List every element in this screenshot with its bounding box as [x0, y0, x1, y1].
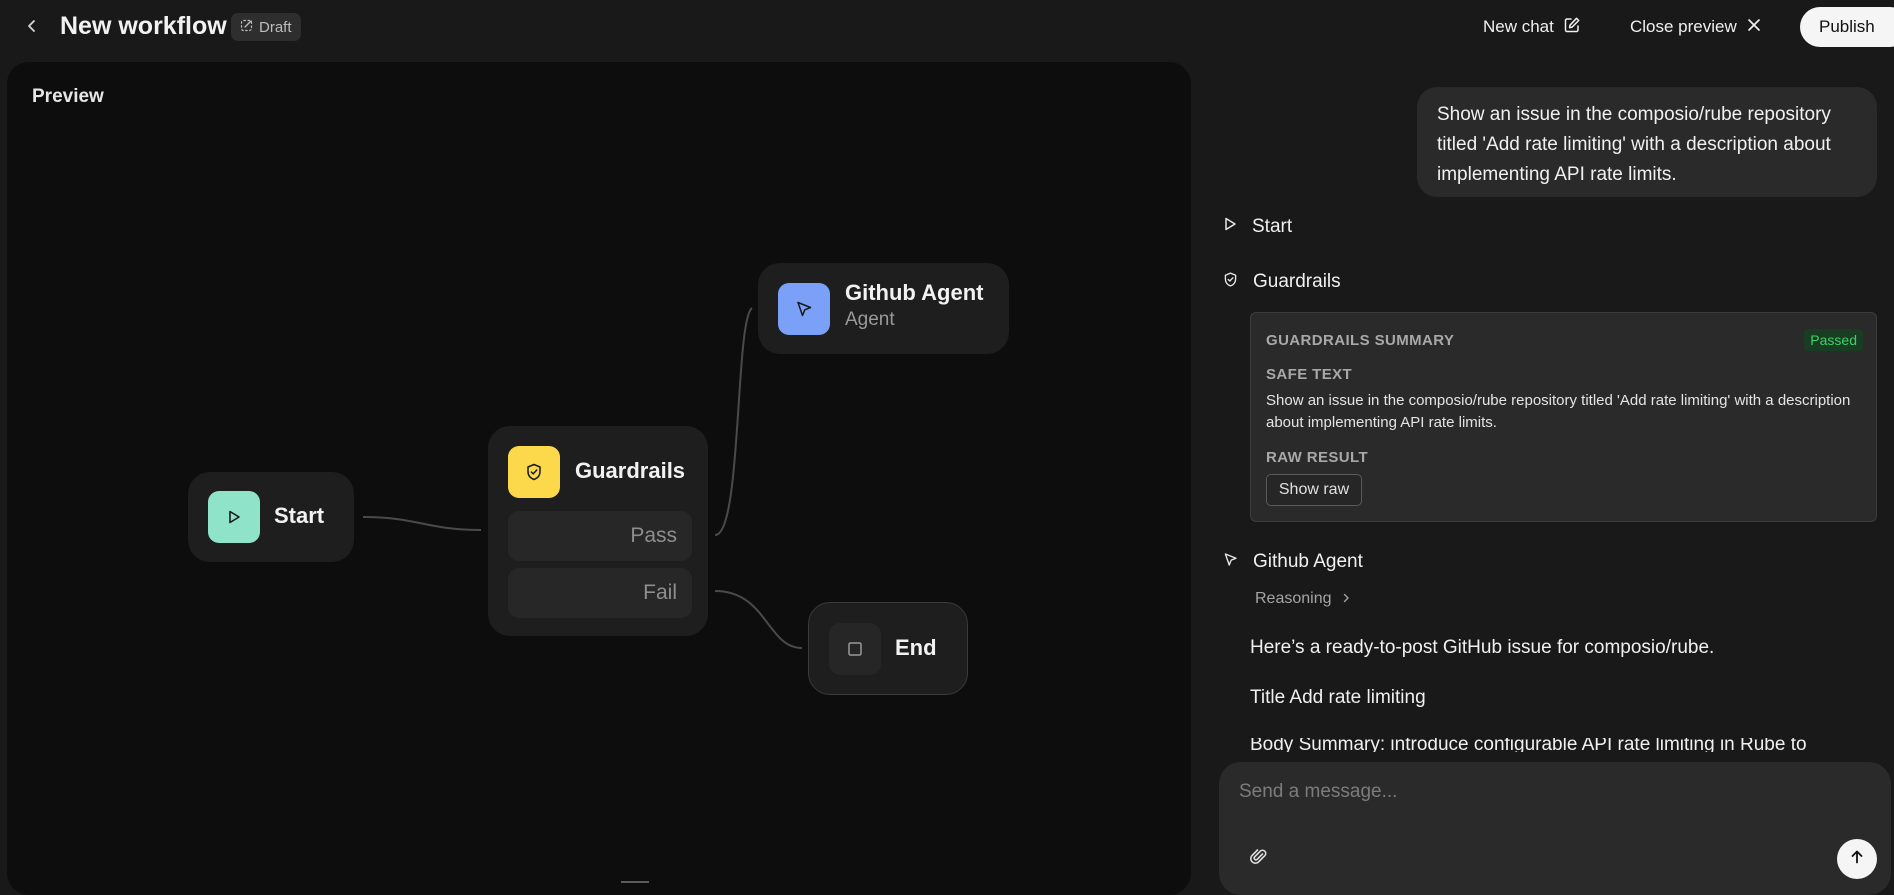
- raw-result-heading: RAW RESULT: [1266, 449, 1369, 466]
- paperclip-icon[interactable]: [1246, 844, 1272, 870]
- play-outline-icon: [1222, 216, 1238, 238]
- message-composer[interactable]: [1219, 762, 1891, 895]
- show-raw-button[interactable]: Show raw: [1266, 474, 1362, 506]
- draft-pencil-icon: [240, 18, 254, 36]
- pass-branch[interactable]: Pass: [508, 511, 692, 561]
- step-github-agent-label: Github Agent: [1253, 551, 1363, 572]
- publish-button[interactable]: Publish: [1800, 7, 1894, 47]
- reasoning-toggle[interactable]: Reasoning: [1255, 590, 1351, 608]
- guardrails-node[interactable]: Guardrails Pass Fail: [488, 426, 708, 636]
- step-guardrails-label: Guardrails: [1253, 271, 1341, 292]
- guardrails-summary-heading: GUARDRAILS SUMMARY: [1266, 332, 1455, 349]
- step-guardrails[interactable]: Guardrails: [1222, 268, 1341, 296]
- step-github-agent[interactable]: Github Agent: [1222, 548, 1363, 576]
- guardrails-summary-card: GUARDRAILS SUMMARY Passed SAFE TEXT Show…: [1250, 312, 1877, 522]
- github-agent-node[interactable]: Github Agent Agent: [758, 263, 1009, 354]
- draft-badge: Draft: [231, 13, 301, 41]
- top-bar: New workflow Draft New chat Close previe…: [0, 0, 1894, 54]
- end-node-title: End: [895, 635, 937, 660]
- start-node[interactable]: Start: [188, 472, 354, 562]
- step-start-label: Start: [1252, 216, 1293, 237]
- play-icon: [208, 491, 260, 543]
- new-chat-label: New chat: [1483, 17, 1554, 36]
- edit-icon: [1563, 16, 1581, 39]
- agent-response-intro: Here’s a ready-to-post GitHub issue for …: [1250, 637, 1715, 658]
- shield-check-icon: [1222, 271, 1239, 294]
- start-node-title: Start: [274, 503, 325, 528]
- workflow-title[interactable]: New workflow: [60, 12, 227, 41]
- step-start[interactable]: Start: [1222, 213, 1292, 241]
- guardrails-node-title: Guardrails: [575, 458, 686, 483]
- edge-start-guardrails: [362, 516, 482, 531]
- safe-text-value: Show an issue in the composio/rube repos…: [1266, 392, 1851, 431]
- close-preview-button[interactable]: Close preview: [1630, 13, 1762, 41]
- end-node[interactable]: End: [808, 602, 968, 695]
- back-chevron-icon[interactable]: [20, 14, 44, 38]
- send-button[interactable]: [1837, 839, 1877, 879]
- agent-response-body-text: Body Summary: introduce configurable API…: [1250, 738, 1807, 752]
- arrow-up-icon: [1849, 849, 1865, 870]
- agent-response-body-cut: Body Summary: introduce configurable API…: [1250, 738, 1890, 752]
- canvas-scroll-indicator[interactable]: [621, 881, 649, 883]
- github-agent-node-subtitle: Agent: [845, 309, 895, 330]
- cursor-arrow-icon: [778, 283, 830, 335]
- shield-check-icon: [508, 446, 560, 498]
- reasoning-label: Reasoning: [1255, 590, 1332, 607]
- fail-branch[interactable]: Fail: [508, 568, 692, 618]
- agent-response-title-line: Title Add rate limiting: [1250, 687, 1426, 708]
- close-icon: [1746, 17, 1762, 38]
- stop-square-icon: [829, 623, 881, 675]
- github-agent-node-title: Github Agent: [845, 280, 984, 305]
- edge-fail-end: [714, 590, 803, 649]
- message-input[interactable]: [1239, 776, 1839, 808]
- chevron-right-icon: [1341, 590, 1351, 608]
- draft-label: Draft: [259, 18, 292, 36]
- close-preview-label: Close preview: [1630, 17, 1737, 36]
- new-chat-button[interactable]: New chat: [1483, 13, 1581, 41]
- user-message-bubble: Show an issue in the composio/rube repos…: [1417, 87, 1877, 197]
- passed-status-badge: Passed: [1804, 329, 1863, 351]
- edge-pass-github-agent: [714, 307, 753, 536]
- cursor-arrow-icon: [1222, 551, 1239, 574]
- workflow-preview-canvas[interactable]: Preview Start Guardrails Pass Fail Githu…: [7, 62, 1191, 895]
- safe-text-heading: SAFE TEXT: [1266, 366, 1353, 383]
